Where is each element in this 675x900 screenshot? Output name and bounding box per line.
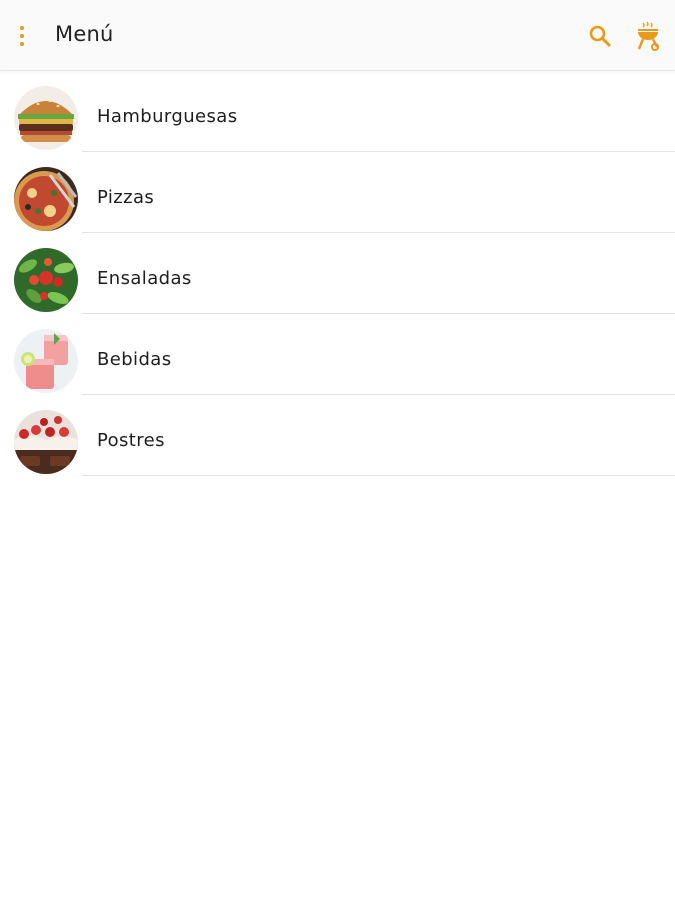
category-item-ensaladas[interactable]: Ensaladas — [0, 233, 675, 314]
category-label: Postres — [97, 430, 165, 451]
category-list: Hamburguesas Pizzas Ensaladas Bebidas Po… — [0, 71, 675, 476]
more-vert-icon — [20, 26, 24, 46]
app-screen: Menú Hamburguesas Pizzas Ensaladas Bebid… — [0, 0, 675, 900]
category-label: Hamburguesas — [97, 106, 238, 127]
category-label: Ensaladas — [97, 268, 192, 289]
app-bar: Menú — [0, 0, 675, 71]
grill-button[interactable] — [632, 20, 664, 52]
pizza-photo — [14, 167, 78, 231]
grill-icon — [637, 21, 659, 51]
burger-photo — [14, 86, 78, 150]
category-item-postres[interactable]: Postres — [0, 395, 675, 476]
page-title: Menú — [55, 22, 114, 46]
overflow-menu-button[interactable] — [8, 20, 36, 52]
category-label: Bebidas — [97, 349, 172, 370]
search-icon — [589, 25, 611, 47]
category-label: Pizzas — [97, 187, 155, 208]
drinks-photo — [14, 329, 78, 393]
salad-photo — [14, 248, 78, 312]
category-item-bebidas[interactable]: Bebidas — [0, 314, 675, 395]
search-button[interactable] — [584, 20, 616, 52]
divider — [82, 475, 675, 476]
desserts-photo — [14, 410, 78, 474]
category-item-hamburguesas[interactable]: Hamburguesas — [0, 71, 675, 152]
category-item-pizzas[interactable]: Pizzas — [0, 152, 675, 233]
